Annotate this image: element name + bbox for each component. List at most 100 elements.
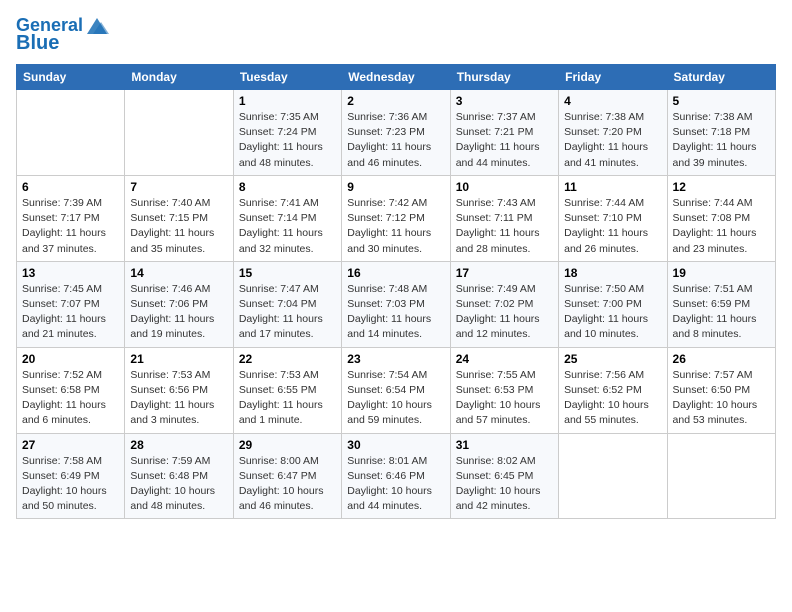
day-number: 23 (347, 352, 444, 366)
day-info: Sunrise: 7:56 AMSunset: 6:52 PMDaylight:… (564, 368, 661, 429)
day-number: 18 (564, 266, 661, 280)
day-info: Sunrise: 7:55 AMSunset: 6:53 PMDaylight:… (456, 368, 553, 429)
calendar-cell: 7 Sunrise: 7:40 AMSunset: 7:15 PMDaylight… (125, 175, 233, 261)
day-info: Sunrise: 7:39 AMSunset: 7:17 PMDaylight:… (22, 196, 119, 257)
page-header: General Blue (16, 16, 776, 54)
day-number: 9 (347, 180, 444, 194)
day-info: Sunrise: 7:53 AMSunset: 6:56 PMDaylight:… (130, 368, 227, 429)
day-number: 14 (130, 266, 227, 280)
calendar-cell: 5Sunrise: 7:38 AMSunset: 7:18 PMDaylight… (667, 90, 775, 176)
calendar-cell: 4 Sunrise: 7:38 AMSunset: 7:20 PMDaylight… (559, 90, 667, 176)
col-header-saturday: Saturday (667, 65, 775, 90)
day-number: 6 (22, 180, 119, 194)
calendar-cell: 14 Sunrise: 7:46 AMSunset: 7:06 PMDayligh… (125, 261, 233, 347)
calendar-cell: 25 Sunrise: 7:56 AMSunset: 6:52 PMDayligh… (559, 347, 667, 433)
calendar-cell: 23 Sunrise: 7:54 AMSunset: 6:54 PMDayligh… (342, 347, 450, 433)
calendar-cell: 21 Sunrise: 7:53 AMSunset: 6:56 PMDayligh… (125, 347, 233, 433)
day-number: 10 (456, 180, 553, 194)
day-info: Sunrise: 7:53 AMSunset: 6:55 PMDaylight:… (239, 368, 336, 429)
calendar-cell: 3 Sunrise: 7:37 AMSunset: 7:21 PMDaylight… (450, 90, 558, 176)
col-header-tuesday: Tuesday (233, 65, 341, 90)
day-info: Sunrise: 7:41 AMSunset: 7:14 PMDaylight:… (239, 196, 336, 257)
col-header-sunday: Sunday (17, 65, 125, 90)
calendar-cell (17, 90, 125, 176)
day-number: 3 (456, 94, 553, 108)
calendar-cell: 31 Sunrise: 8:02 AMSunset: 6:45 PMDayligh… (450, 433, 558, 519)
day-number: 31 (456, 438, 553, 452)
calendar-cell: 18 Sunrise: 7:50 AMSunset: 7:00 PMDayligh… (559, 261, 667, 347)
day-info: Sunrise: 7:44 AMSunset: 7:08 PMDaylight:… (673, 196, 770, 257)
calendar-cell (559, 433, 667, 519)
day-number: 13 (22, 266, 119, 280)
day-info: Sunrise: 7:45 AMSunset: 7:07 PMDaylight:… (22, 282, 119, 343)
logo: General Blue (16, 16, 111, 54)
day-number: 15 (239, 266, 336, 280)
col-header-wednesday: Wednesday (342, 65, 450, 90)
day-number: 27 (22, 438, 119, 452)
day-info: Sunrise: 7:42 AMSunset: 7:12 PMDaylight:… (347, 196, 444, 257)
calendar-cell: 8 Sunrise: 7:41 AMSunset: 7:14 PMDaylight… (233, 175, 341, 261)
day-number: 2 (347, 94, 444, 108)
day-info: Sunrise: 7:50 AMSunset: 7:00 PMDaylight:… (564, 282, 661, 343)
calendar-cell: 19 Sunrise: 7:51 AMSunset: 6:59 PMDayligh… (667, 261, 775, 347)
day-number: 4 (564, 94, 661, 108)
calendar-cell: 1 Sunrise: 7:35 AMSunset: 7:24 PMDaylight… (233, 90, 341, 176)
col-header-friday: Friday (559, 65, 667, 90)
day-info: Sunrise: 7:52 AMSunset: 6:58 PMDaylight:… (22, 368, 119, 429)
calendar-cell (125, 90, 233, 176)
calendar-cell (667, 433, 775, 519)
calendar-cell: 11 Sunrise: 7:44 AMSunset: 7:10 PMDayligh… (559, 175, 667, 261)
calendar-cell: 6 Sunrise: 7:39 AMSunset: 7:17 PMDaylight… (17, 175, 125, 261)
day-number: 12 (673, 180, 770, 194)
day-info: Sunrise: 7:57 AMSunset: 6:50 PMDaylight:… (673, 368, 770, 429)
day-info: Sunrise: 7:36 AMSunset: 7:23 PMDaylight:… (347, 110, 444, 171)
day-info: Sunrise: 7:37 AMSunset: 7:21 PMDaylight:… (456, 110, 553, 171)
calendar-cell: 2 Sunrise: 7:36 AMSunset: 7:23 PMDaylight… (342, 90, 450, 176)
day-info: Sunrise: 7:49 AMSunset: 7:02 PMDaylight:… (456, 282, 553, 343)
calendar-cell: 26 Sunrise: 7:57 AMSunset: 6:50 PMDayligh… (667, 347, 775, 433)
day-number: 28 (130, 438, 227, 452)
calendar-cell: 24 Sunrise: 7:55 AMSunset: 6:53 PMDayligh… (450, 347, 558, 433)
calendar-cell: 13 Sunrise: 7:45 AMSunset: 7:07 PMDayligh… (17, 261, 125, 347)
day-info: Sunrise: 7:44 AMSunset: 7:10 PMDaylight:… (564, 196, 661, 257)
day-number: 11 (564, 180, 661, 194)
calendar-cell: 10Sunrise: 7:43 AMSunset: 7:11 PMDayligh… (450, 175, 558, 261)
calendar-cell: 22 Sunrise: 7:53 AMSunset: 6:55 PMDayligh… (233, 347, 341, 433)
day-info: Sunrise: 7:48 AMSunset: 7:03 PMDaylight:… (347, 282, 444, 343)
calendar-cell: 27 Sunrise: 7:58 AMSunset: 6:49 PMDayligh… (17, 433, 125, 519)
col-header-thursday: Thursday (450, 65, 558, 90)
day-number: 26 (673, 352, 770, 366)
day-info: Sunrise: 7:38 AMSunset: 7:18 PMDaylight:… (673, 110, 770, 171)
day-number: 21 (130, 352, 227, 366)
day-info: Sunrise: 7:38 AMSunset: 7:20 PMDaylight:… (564, 110, 661, 171)
calendar-table: SundayMondayTuesdayWednesdayThursdayFrid… (16, 64, 776, 519)
day-number: 19 (673, 266, 770, 280)
day-info: Sunrise: 8:02 AMSunset: 6:45 PMDaylight:… (456, 454, 553, 515)
day-number: 7 (130, 180, 227, 194)
day-info: Sunrise: 7:51 AMSunset: 6:59 PMDaylight:… (673, 282, 770, 343)
day-number: 30 (347, 438, 444, 452)
day-number: 25 (564, 352, 661, 366)
day-number: 17 (456, 266, 553, 280)
day-info: Sunrise: 7:46 AMSunset: 7:06 PMDaylight:… (130, 282, 227, 343)
day-info: Sunrise: 7:58 AMSunset: 6:49 PMDaylight:… (22, 454, 119, 515)
day-info: Sunrise: 7:40 AMSunset: 7:15 PMDaylight:… (130, 196, 227, 257)
logo-icon (83, 16, 111, 36)
calendar-cell: 16Sunrise: 7:48 AMSunset: 7:03 PMDayligh… (342, 261, 450, 347)
day-number: 22 (239, 352, 336, 366)
calendar-cell: 9 Sunrise: 7:42 AMSunset: 7:12 PMDaylight… (342, 175, 450, 261)
day-info: Sunrise: 8:01 AMSunset: 6:46 PMDaylight:… (347, 454, 444, 515)
day-number: 1 (239, 94, 336, 108)
day-info: Sunrise: 7:35 AMSunset: 7:24 PMDaylight:… (239, 110, 336, 171)
calendar-cell: 30 Sunrise: 8:01 AMSunset: 6:46 PMDayligh… (342, 433, 450, 519)
day-info: Sunrise: 7:54 AMSunset: 6:54 PMDaylight:… (347, 368, 444, 429)
day-info: Sunrise: 7:59 AMSunset: 6:48 PMDaylight:… (130, 454, 227, 515)
day-number: 8 (239, 180, 336, 194)
day-info: Sunrise: 8:00 AMSunset: 6:47 PMDaylight:… (239, 454, 336, 515)
day-number: 29 (239, 438, 336, 452)
col-header-monday: Monday (125, 65, 233, 90)
day-number: 24 (456, 352, 553, 366)
calendar-cell: 29 Sunrise: 8:00 AMSunset: 6:47 PMDayligh… (233, 433, 341, 519)
logo-blue: Blue (16, 32, 59, 54)
calendar-cell: 17 Sunrise: 7:49 AMSunset: 7:02 PMDayligh… (450, 261, 558, 347)
